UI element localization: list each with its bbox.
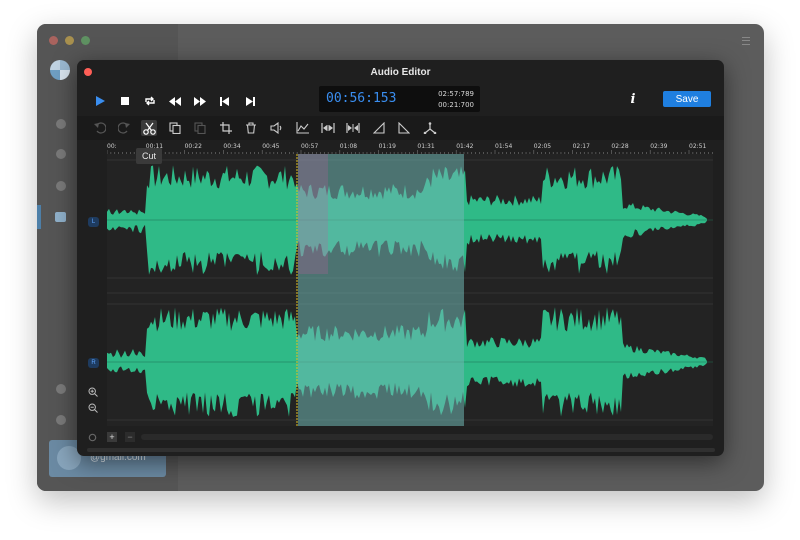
- loop-icon: [145, 96, 155, 106]
- stop-button[interactable]: [116, 92, 134, 110]
- sidebar-icon[interactable]: [56, 149, 66, 159]
- remove-track-button[interactable]: −: [125, 432, 135, 442]
- delete-button[interactable]: [243, 120, 259, 136]
- effects-icon: [295, 122, 309, 134]
- cut-button[interactable]: [141, 120, 157, 136]
- waveform-canvas[interactable]: [107, 154, 713, 426]
- history-icon[interactable]: [56, 181, 66, 191]
- rewind-button[interactable]: [166, 92, 184, 110]
- selection-duration: 00:21:700: [438, 101, 474, 109]
- sidebar-active-indicator: [37, 205, 41, 229]
- info-icon[interactable]: i: [627, 92, 639, 108]
- total-duration: 02:57:789: [438, 90, 474, 98]
- fade-in-out-icon: [321, 123, 335, 133]
- play-icon: [96, 96, 105, 106]
- undo-icon: [94, 122, 106, 134]
- home-icon[interactable]: [56, 119, 66, 129]
- menu-icon[interactable]: [742, 37, 750, 45]
- effects-button[interactable]: [294, 120, 310, 136]
- close-window-button[interactable]: [49, 36, 58, 45]
- paste-button[interactable]: [192, 120, 208, 136]
- zoom-out-icon[interactable]: [88, 403, 98, 413]
- time-display: 00:56:153 02:57:789 00:21:700: [319, 86, 480, 112]
- fade-in-icon: [373, 122, 385, 134]
- skip-forward-icon: [246, 96, 255, 106]
- bottom-bar: + −: [77, 430, 724, 448]
- volume-button[interactable]: [268, 120, 284, 136]
- save-button[interactable]: Save: [663, 91, 711, 107]
- current-time: 00:56:153: [326, 91, 397, 106]
- crop-button[interactable]: [218, 120, 234, 136]
- horizontal-scrollbar[interactable]: [141, 434, 713, 440]
- right-channel-label[interactable]: R: [88, 358, 99, 368]
- split-icon: [423, 122, 437, 134]
- zoom-in-icon[interactable]: [88, 387, 98, 397]
- split-button[interactable]: [422, 120, 438, 136]
- play-button[interactable]: [91, 92, 109, 110]
- loop-button[interactable]: [141, 92, 159, 110]
- audio-editor-dialog: Audio Editor 00:56:153 02:57:789 00:21:7…: [77, 60, 724, 456]
- add-track-button[interactable]: +: [107, 432, 117, 442]
- copy-button[interactable]: [167, 120, 183, 136]
- copy-icon: [169, 122, 181, 134]
- skip-back-button[interactable]: [216, 92, 234, 110]
- app-logo-icon: [50, 60, 70, 80]
- redo-icon: [118, 122, 130, 134]
- waveform-area[interactable]: [107, 154, 713, 426]
- overview-track[interactable]: [87, 448, 715, 452]
- undo-button[interactable]: [92, 120, 108, 136]
- fade-in-button[interactable]: [371, 120, 387, 136]
- cut-icon: [142, 122, 156, 135]
- stop-icon: [120, 96, 129, 105]
- cut-tooltip: Cut: [136, 148, 163, 164]
- minimize-window-button[interactable]: [65, 36, 74, 45]
- paste-icon: [194, 122, 206, 134]
- delete-icon: [246, 122, 256, 134]
- skip-forward-button[interactable]: [242, 92, 260, 110]
- edit-toolbar: [77, 116, 724, 140]
- normalize-button[interactable]: [345, 120, 361, 136]
- maximize-window-button[interactable]: [81, 36, 90, 45]
- fade-out-icon: [398, 122, 410, 134]
- normalize-icon: [346, 123, 360, 133]
- skip-back-icon: [220, 96, 229, 106]
- mail-icon[interactable]: [56, 415, 66, 425]
- fade-in-out-button[interactable]: [320, 120, 336, 136]
- fast-forward-button[interactable]: [191, 92, 209, 110]
- time-ruler[interactable]: 00: 00:11 00:22 00:34 00:45 00:57 01:08 01:19 01…: [107, 140, 713, 154]
- rewind-icon: [169, 96, 181, 106]
- fade-out-button[interactable]: [396, 120, 412, 136]
- crop-icon: [220, 122, 232, 134]
- left-channel-label[interactable]: L: [88, 217, 99, 227]
- selection-highlight: [298, 154, 328, 274]
- dialog-title: Audio Editor: [370, 67, 431, 78]
- window-controls: [49, 36, 90, 45]
- volume-icon: [269, 122, 281, 134]
- settings-icon[interactable]: [56, 384, 66, 394]
- settings-icon[interactable]: [88, 433, 97, 442]
- fast-forward-icon: [194, 96, 206, 106]
- redo-button[interactable]: [116, 120, 132, 136]
- toolbox-icon[interactable]: [55, 212, 66, 222]
